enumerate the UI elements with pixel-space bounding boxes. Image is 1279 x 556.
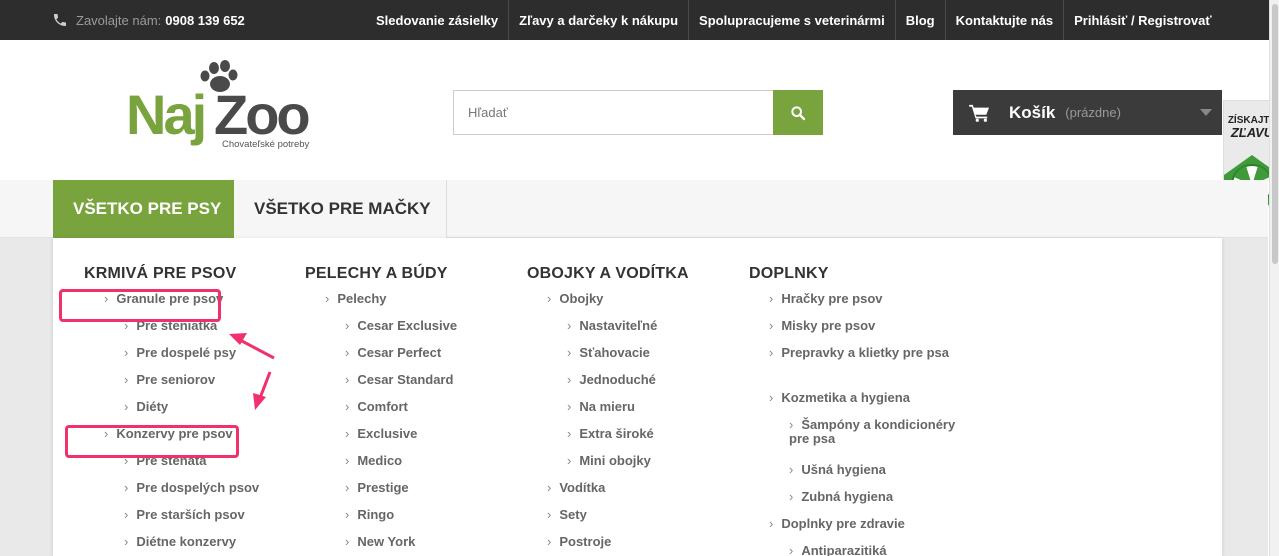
page-scrollbar[interactable] (1269, 0, 1279, 556)
arrow-icon (229, 333, 275, 410)
annotation-arrows (229, 333, 275, 410)
scrollbar-thumb[interactable] (1272, 4, 1278, 264)
